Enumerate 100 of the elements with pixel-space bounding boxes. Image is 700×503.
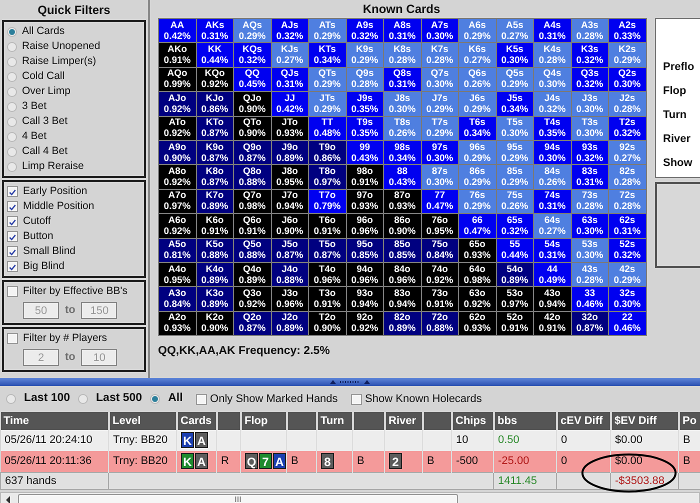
hand-cell[interactable]: 86s 0.29%	[459, 165, 496, 189]
hand-cell[interactable]: 33 0.46%	[572, 287, 608, 311]
hand-cell[interactable]: KQs 0.32%	[234, 43, 270, 67]
hand-cell[interactable]: QTs 0.29%	[309, 68, 346, 92]
column-header[interactable]: Flop	[240, 412, 286, 430]
hand-cell[interactable]: ATo 0.92%	[159, 116, 196, 140]
radio-button[interactable]	[7, 132, 17, 142]
horizontal-scrollbar[interactable]: III	[0, 492, 700, 503]
hand-cell[interactable]: T2o 0.90%	[309, 312, 346, 336]
hand-cell[interactable]: 55 0.44%	[496, 238, 533, 262]
hand-cell[interactable]: K4s 0.28%	[534, 43, 570, 67]
hand-cell[interactable]: A6s 0.29%	[459, 19, 496, 42]
hand-cell[interactable]: 94o 0.96%	[346, 262, 383, 286]
hand-cell[interactable]: TT 0.48%	[309, 116, 346, 140]
hand-cell[interactable]: Q5o 0.88%	[234, 238, 270, 262]
checkbox[interactable]	[7, 201, 18, 212]
checkbox[interactable]	[7, 231, 18, 242]
hand-cell[interactable]: Q7o 0.98%	[234, 190, 270, 214]
hand-cell[interactable]: K9s 0.29%	[346, 43, 383, 67]
hand-cell[interactable]: K8s 0.28%	[384, 43, 420, 67]
hand-cell[interactable]: 42s 0.29%	[609, 262, 646, 286]
radio-button[interactable]	[7, 162, 17, 172]
hand-cell[interactable]: A4s 0.31%	[534, 19, 570, 42]
hand-cell[interactable]: A8o 0.92%	[159, 165, 196, 189]
hand-cell[interactable]: 42o 0.91%	[534, 312, 570, 336]
hand-cell[interactable]: 77 0.47%	[422, 190, 458, 214]
hand-cell[interactable]: 65s 0.32%	[496, 214, 533, 238]
hand-cell[interactable]: 74o 0.92%	[422, 262, 458, 286]
hand-cell[interactable]: A9s 0.32%	[346, 19, 383, 42]
checkbox[interactable]	[196, 394, 208, 404]
hand-cell[interactable]: 32s 0.30%	[609, 287, 646, 311]
hand-cell[interactable]: K6s 0.27%	[459, 43, 496, 67]
hand-cell[interactable]: J9o 0.89%	[272, 140, 308, 164]
hand-cell[interactable]: J4o 0.88%	[272, 262, 308, 286]
hand-cell[interactable]: 66 0.47%	[459, 214, 496, 238]
hand-cell[interactable]: A8s 0.31%	[384, 19, 420, 42]
radio-button[interactable]	[7, 116, 17, 126]
hand-cell[interactable]: 62o 0.93%	[459, 312, 496, 336]
hand-cell[interactable]: Q9s 0.28%	[346, 68, 383, 92]
table-row[interactable]: 05/26/11 20:11:36 Trny: BB20 K A R Q 7 A B 8 B 2 B -500 -25.00 0 $0.00 B	[0, 451, 700, 472]
column-header[interactable]: bbs	[494, 412, 556, 430]
hand-cell[interactable]: A3o 0.84%	[159, 287, 196, 311]
hand-cell[interactable]: A9o 0.90%	[159, 140, 196, 164]
hand-cell[interactable]: T9o 0.86%	[309, 140, 346, 164]
hand-cell[interactable]: T6o 0.91%	[309, 214, 346, 238]
hand-cell[interactable]: T3s 0.30%	[572, 116, 608, 140]
hand-cell[interactable]: Q9o 0.87%	[234, 140, 270, 164]
hand-cell[interactable]: T6s 0.34%	[459, 116, 496, 140]
radio-button[interactable]	[7, 86, 17, 96]
hand-cell[interactable]: 63s 0.30%	[572, 214, 608, 238]
hand-cell[interactable]: 43o 0.94%	[534, 287, 570, 311]
hand-cell[interactable]: Q2o 0.87%	[234, 312, 270, 336]
radio-button[interactable]	[150, 394, 160, 404]
hand-cell[interactable]: JTs 0.29%	[309, 92, 346, 116]
hand-cell[interactable]: 72o 0.88%	[422, 312, 458, 336]
hand-cell[interactable]: 92s 0.27%	[609, 140, 646, 164]
hand-cell[interactable]: K4o 0.89%	[196, 262, 233, 286]
column-header[interactable]: Level	[108, 412, 176, 430]
hand-cell[interactable]: QJs 0.31%	[272, 68, 308, 92]
hand-cell[interactable]: 22 0.46%	[609, 312, 646, 336]
radio-button[interactable]	[7, 72, 17, 82]
checkbox[interactable]	[7, 333, 18, 344]
hand-cell[interactable]: 82o 0.89%	[384, 312, 420, 336]
hand-cell[interactable]: 63o 0.92%	[459, 287, 496, 311]
hand-cell[interactable]: J5o 0.87%	[272, 238, 308, 262]
checkbox[interactable]	[7, 261, 18, 272]
hand-cell[interactable]: A3s 0.28%	[572, 19, 608, 42]
hand-cell[interactable]: J3o 0.96%	[272, 287, 308, 311]
hand-cell[interactable]: A4o 0.95%	[159, 262, 196, 286]
hand-cell[interactable]: J5s 0.34%	[496, 92, 533, 116]
splitter-grip-icon[interactable]	[328, 379, 372, 385]
hand-cell[interactable]: K7o 0.89%	[196, 190, 233, 214]
column-header[interactable]: $EV Diff	[610, 412, 678, 430]
column-header[interactable]: Turn	[316, 412, 352, 430]
hand-cell[interactable]: JJ 0.42%	[272, 92, 308, 116]
hand-cell[interactable]: J8s 0.30%	[384, 92, 420, 116]
table-row[interactable]: 05/26/11 20:24:10 Trny: BB20 K A 10 0.50 0 $0.00 B	[0, 430, 700, 451]
hand-cell[interactable]: 86o 0.90%	[384, 214, 420, 238]
hand-cell[interactable]: KQo 0.92%	[196, 68, 233, 92]
hand-cell[interactable]: 85s 0.29%	[496, 165, 533, 189]
checkbox[interactable]	[7, 246, 18, 257]
splitter-bar[interactable]	[0, 378, 700, 386]
hand-cell[interactable]: 83o 0.94%	[384, 287, 420, 311]
hand-cell[interactable]: KJs 0.27%	[272, 43, 308, 67]
hand-cell[interactable]: 64o 0.98%	[459, 262, 496, 286]
hand-cell[interactable]: 87o 0.93%	[384, 190, 420, 214]
hand-cell[interactable]: 72s 0.28%	[609, 190, 646, 214]
hand-cell[interactable]: T2s 0.32%	[609, 116, 646, 140]
hand-cell[interactable]: AJs 0.32%	[272, 19, 308, 42]
hand-cell[interactable]: A5o 0.81%	[159, 238, 196, 262]
hand-cell[interactable]: K3o 0.89%	[196, 287, 233, 311]
hand-cell[interactable]: Q7s 0.30%	[422, 68, 458, 92]
hand-cell[interactable]: 54o 0.89%	[496, 262, 533, 286]
hand-cell[interactable]: 83s 0.31%	[572, 165, 608, 189]
hand-cell[interactable]: K3s 0.32%	[572, 43, 608, 67]
hand-cell[interactable]: 88 0.43%	[384, 165, 420, 189]
hand-cell[interactable]: 65o 0.93%	[459, 238, 496, 262]
hand-cell[interactable]: 93s 0.32%	[572, 140, 608, 164]
hand-cell[interactable]: A2s 0.33%	[609, 19, 646, 42]
hand-cell[interactable]: KJo 0.86%	[196, 92, 233, 116]
